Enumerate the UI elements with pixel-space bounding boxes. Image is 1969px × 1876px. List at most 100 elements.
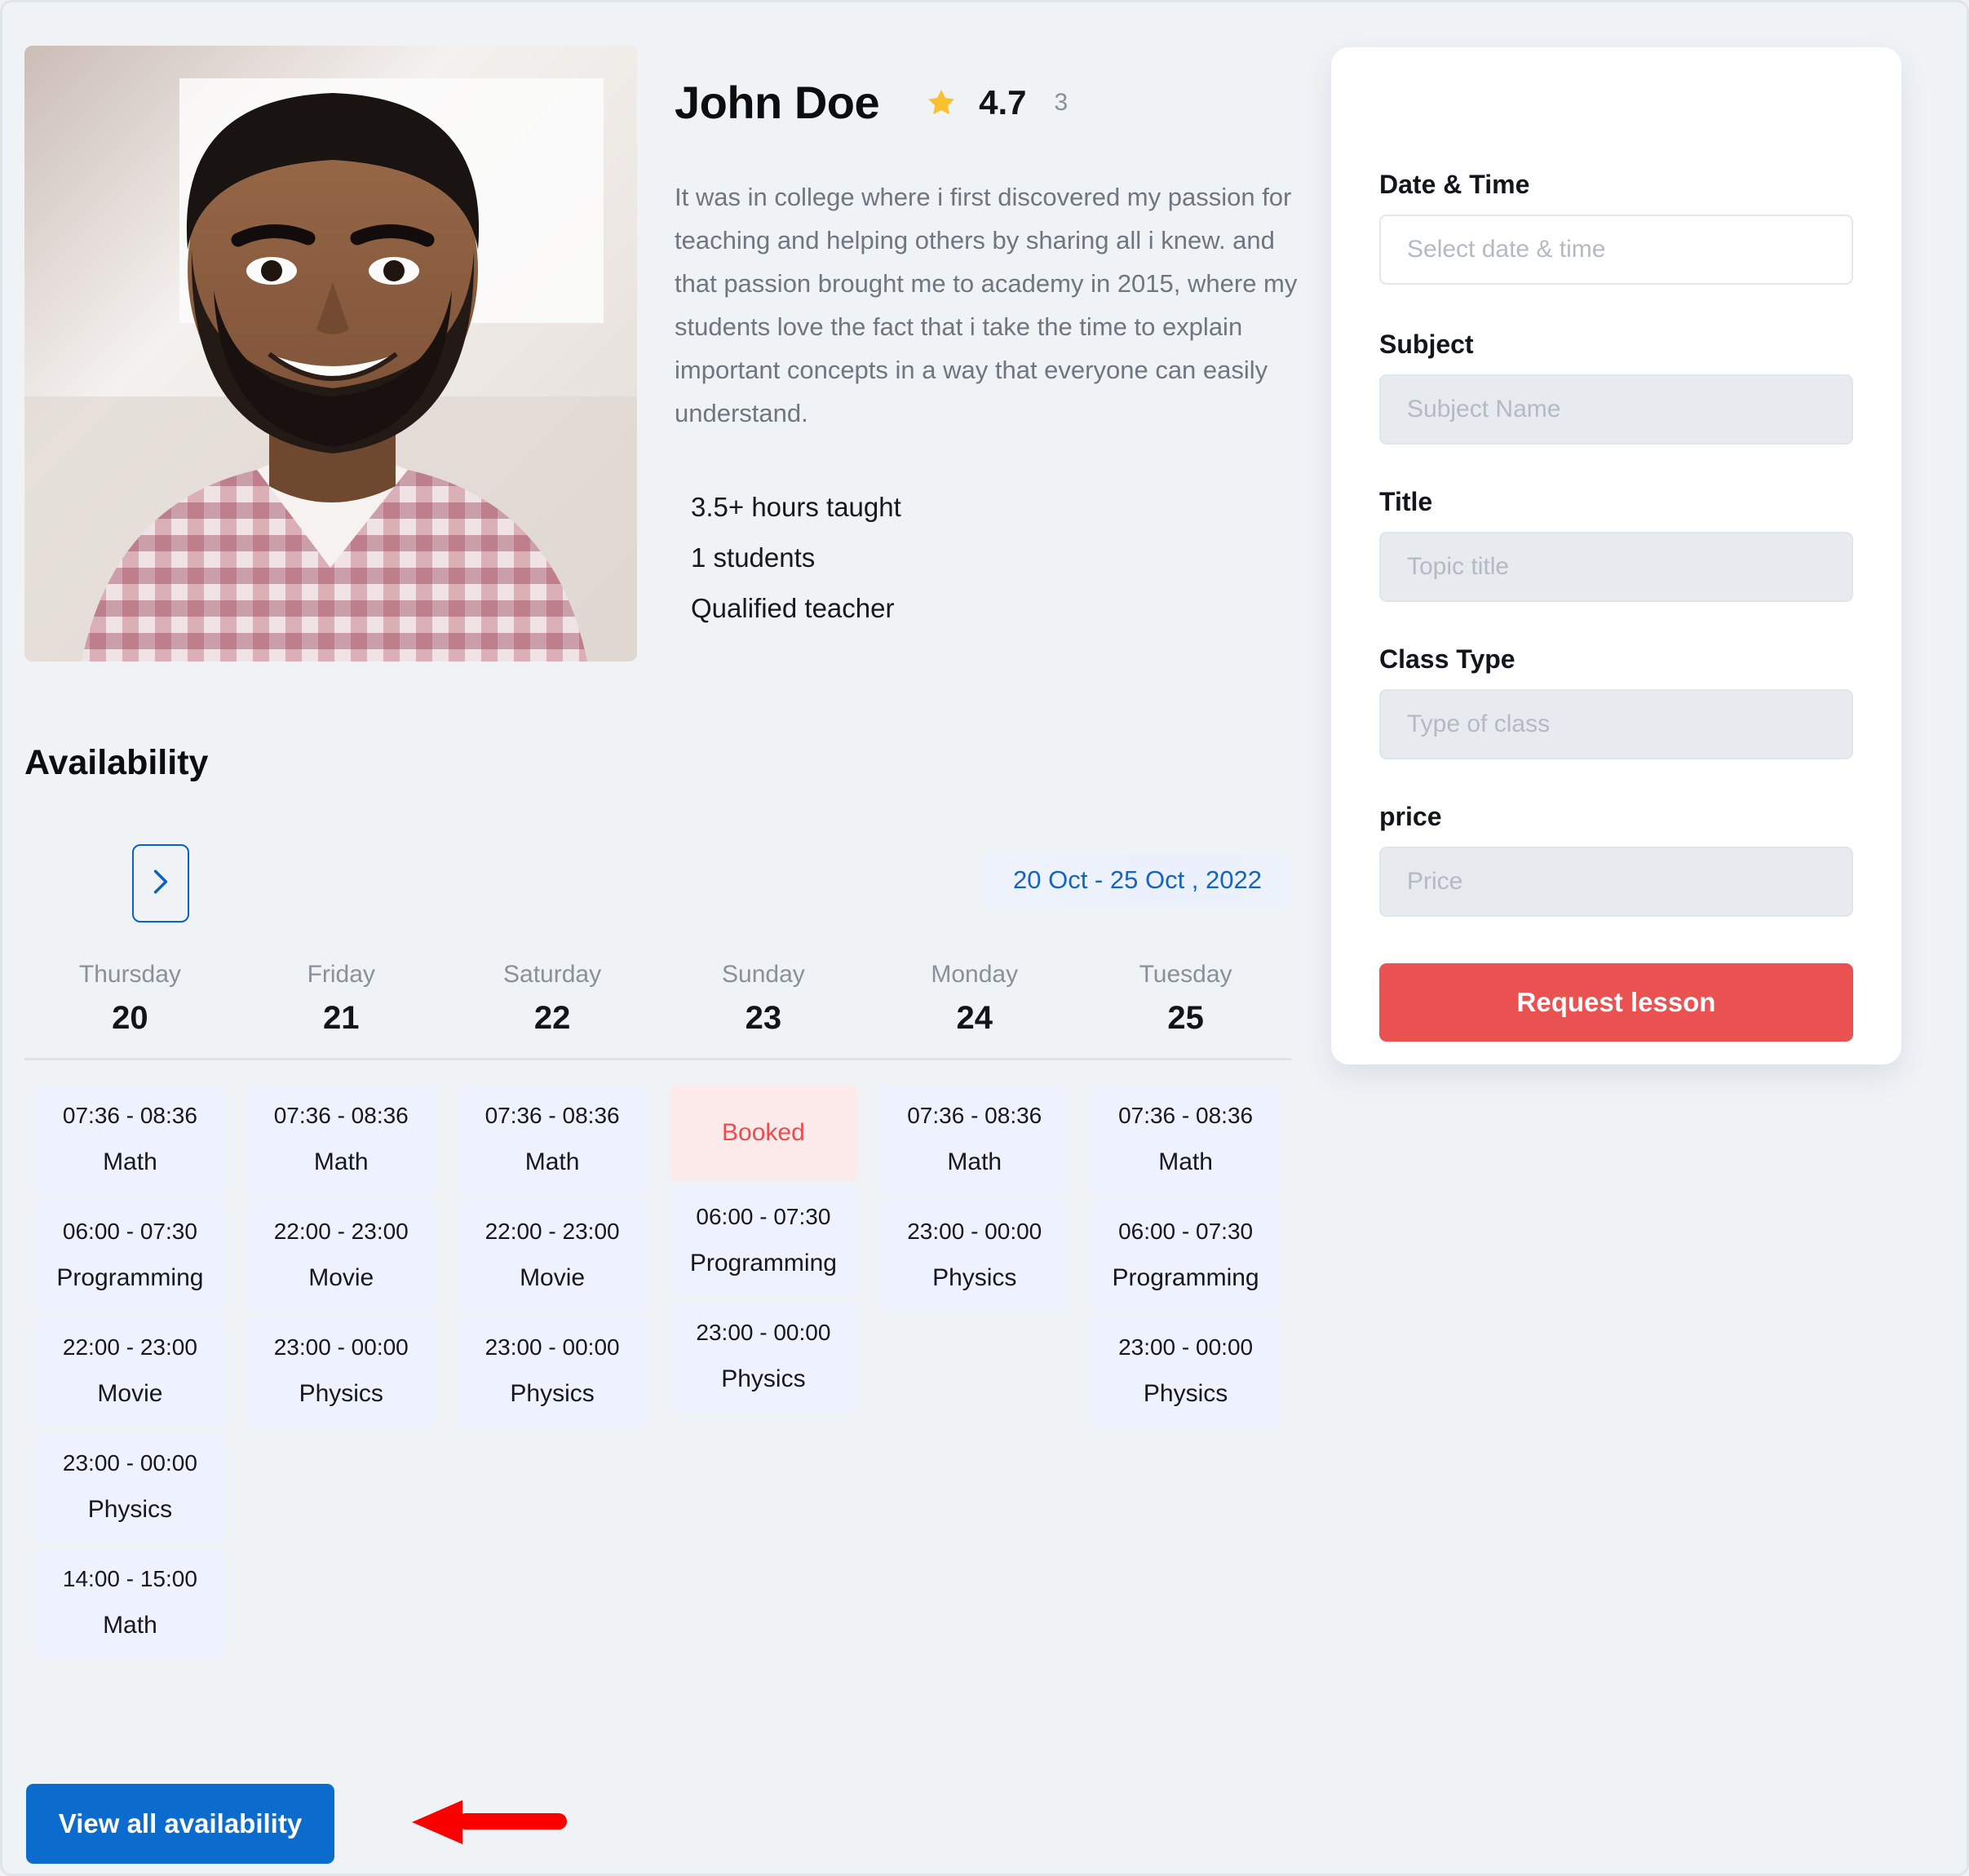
slot-subject: Math [103,1148,157,1175]
tutor-stats: 3.5+ hours taught 1 students Qualified t… [691,482,901,634]
calendar-day-headers: Thursday 20 Friday 21 Saturday 22 Sunday 23 Mond… [24,961,1291,1060]
available-slot[interactable]: 06:00 - 07:30 Programming [1091,1201,1280,1312]
available-slot[interactable]: 23:00 - 00:00 Physics [1091,1316,1280,1427]
day-name: Friday [307,961,375,988]
slot-subject: Programming [1112,1264,1259,1291]
available-slot[interactable]: 06:00 - 07:30 Programming [36,1201,224,1312]
slot-subject: Math [947,1148,1002,1175]
tutor-profile-page: John Doe 4.7 3 It was in college where i… [0,0,1969,1876]
slot-time: 23:00 - 00:00 [485,1334,620,1360]
day-name: Saturday [503,961,602,988]
day-name: Tuesday [1139,961,1232,988]
slot-time: 07:36 - 08:36 [62,1103,197,1128]
slot-time: 07:36 - 08:36 [485,1103,620,1128]
slot-subject: Physics [87,1496,173,1523]
slot-subject: Math [313,1148,369,1175]
slot-time: 23:00 - 00:00 [907,1219,1042,1244]
annotation-arrow-icon [361,1794,573,1851]
stat-qualification: Qualified teacher [691,593,895,623]
review-count: 3 [1054,88,1069,116]
stat-students: 1 students [691,542,816,573]
slot-time: 07:36 - 08:36 [1118,1103,1254,1128]
rating-value: 4.7 [979,82,1027,122]
availability-heading: Availability [24,743,209,782]
label-class-type: Class Type [1379,644,1515,674]
label-price: price [1379,802,1442,831]
available-slot[interactable]: 23:00 - 00:00 Physics [36,1432,224,1543]
slot-time: 07:36 - 08:36 [907,1103,1042,1128]
available-slot[interactable]: 07:36 - 08:36 Math [880,1085,1069,1196]
slot-time: 23:00 - 00:00 [696,1320,831,1345]
available-slot[interactable]: 22:00 - 23:00 Movie [458,1201,647,1312]
slot-subject: Programming [689,1250,837,1276]
slot-subject: Movie [308,1264,374,1291]
calendar-day-header: Saturday 22 [447,961,658,1037]
view-all-availability-button[interactable]: View all availability [26,1784,334,1864]
available-slot[interactable]: 23:00 - 00:00 Physics [880,1201,1069,1312]
calendar-day-header: Monday 24 [869,961,1080,1037]
day-name: Sunday [722,961,805,988]
chevron-right-icon [150,869,171,899]
slot-subject: Physics [1143,1380,1228,1407]
available-slot[interactable]: 07:36 - 08:36 Math [246,1085,436,1196]
slot-time: 06:00 - 07:30 [62,1219,197,1244]
day-number: 24 [956,1000,993,1036]
slot-time: 22:00 - 23:00 [62,1334,197,1360]
page-title: John Doe [675,77,880,128]
price-input[interactable] [1379,847,1853,917]
slot-subject: Physics [299,1380,383,1407]
label-subject: Subject [1379,330,1474,359]
slot-subject: Math [103,1612,157,1639]
availability-calendar: Thursday 20 Friday 21 Saturday 22 Sunday 23 Mond… [24,961,1291,1659]
booking-form-card: Date & Time Subject Title Class Type pri… [1331,47,1901,1064]
field-class-type: Class Type [1379,644,1853,759]
calendar-day-header: Tuesday 25 [1080,961,1291,1037]
next-week-button[interactable] [132,844,189,923]
slot-time: 06:00 - 07:30 [1118,1219,1254,1244]
calendar-day-column: 07:36 - 08:36 Math 06:00 - 07:30 Programmin… [1080,1085,1291,1659]
request-lesson-button[interactable]: Request lesson [1379,963,1853,1042]
available-slot[interactable]: 22:00 - 23:00 Movie [36,1316,224,1427]
available-slot[interactable]: 23:00 - 00:00 Physics [669,1302,858,1413]
stat-hours-taught: 3.5+ hours taught [691,492,901,522]
available-slot[interactable]: 07:36 - 08:36 Math [1091,1085,1280,1196]
available-slot[interactable]: 23:00 - 00:00 Physics [246,1316,436,1427]
available-slot[interactable]: 23:00 - 00:00 Physics [458,1316,647,1427]
date-time-input[interactable] [1379,215,1853,285]
slot-subject: Movie [97,1380,163,1407]
calendar-day-header: Thursday 20 [24,961,236,1037]
calendar-day-column: Booked 06:00 - 07:30 Programming 23:00 - 00… [658,1085,869,1644]
slot-time: 23:00 - 00:00 [1118,1334,1254,1360]
day-number: 25 [1167,1000,1204,1036]
slot-subject: Movie [520,1264,586,1291]
slot-time: 14:00 - 15:00 [62,1566,197,1591]
slot-time: 22:00 - 23:00 [273,1219,409,1244]
star-icon [925,86,958,119]
day-number: 20 [112,1000,148,1036]
available-slot[interactable]: 22:00 - 23:00 Movie [246,1201,436,1312]
day-name: Thursday [78,961,181,988]
field-date-time: Date & Time [1379,170,1853,285]
calendar-day-column: 07:36 - 08:36 Math 22:00 - 23:00 Movie 23:00… [236,1085,447,1659]
booked-slot: Booked [669,1085,858,1181]
available-slot[interactable]: 07:36 - 08:36 Math [36,1085,224,1196]
status-badge: Booked [722,1119,805,1146]
available-slot[interactable]: 06:00 - 07:30 Programming [669,1186,858,1297]
available-slot[interactable]: 14:00 - 15:00 Math [36,1548,224,1659]
class-type-input[interactable] [1379,689,1853,759]
date-range-label[interactable]: 20 Oct - 25 Oct , 2022 [984,854,1291,906]
subject-input[interactable] [1379,374,1853,445]
day-number: 23 [745,1000,782,1036]
slot-time: 07:36 - 08:36 [273,1103,409,1128]
slot-subject: Math [524,1148,580,1175]
label-date-time: Date & Time [1379,170,1530,199]
calendar-day-header: Sunday 23 [658,961,869,1037]
slot-subject: Math [1158,1148,1213,1175]
title-input[interactable] [1379,532,1853,602]
available-slot[interactable]: 07:36 - 08:36 Math [458,1085,647,1196]
label-title: Title [1379,487,1433,516]
day-name: Monday [931,961,1019,988]
